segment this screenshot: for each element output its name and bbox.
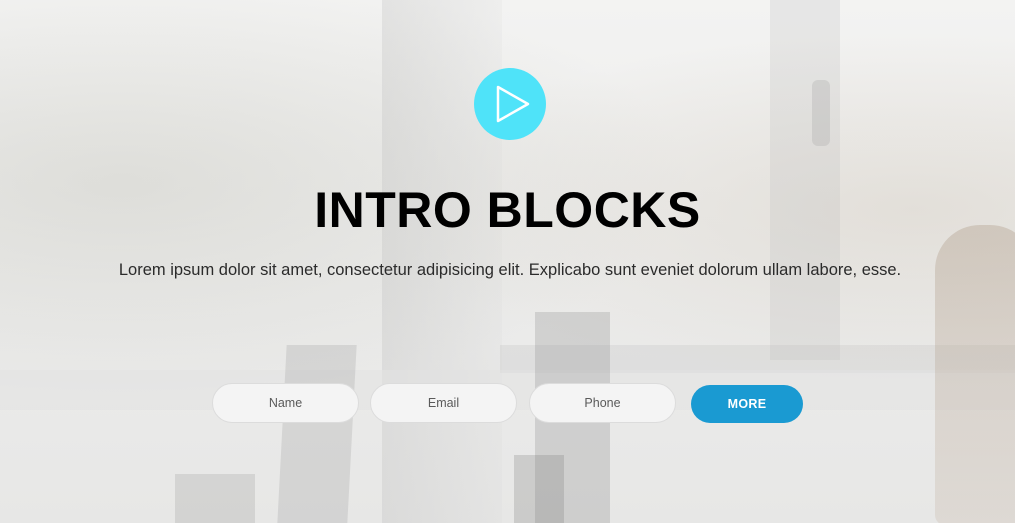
page-title: INTRO BLOCKS [314, 182, 701, 238]
intro-description: Lorem ipsum dolor sit amet, consectetur … [118, 261, 902, 279]
background-person-image [935, 225, 1015, 523]
background-window-handle [812, 80, 830, 146]
background-monitor [175, 474, 255, 523]
more-button[interactable]: MORE [691, 385, 803, 423]
email-input[interactable] [370, 383, 517, 423]
name-input[interactable] [212, 383, 359, 423]
intro-hero-section: INTRO BLOCKS Lorem ipsum dolor sit amet,… [0, 0, 1015, 523]
background-monitor [514, 455, 564, 523]
play-icon [496, 85, 530, 123]
background-monitor [277, 345, 357, 523]
phone-input[interactable] [529, 383, 676, 423]
play-video-button[interactable] [474, 68, 546, 140]
